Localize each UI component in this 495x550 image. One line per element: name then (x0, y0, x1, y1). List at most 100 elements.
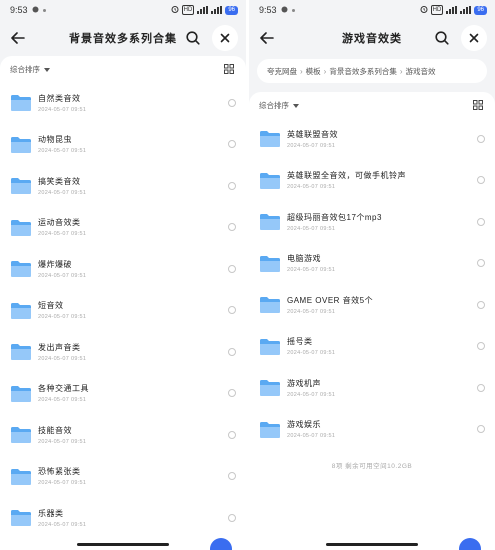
folder-meta: 电脑游戏 2024-05-07 09:51 (287, 253, 477, 273)
select-radio-icon[interactable] (477, 342, 485, 351)
folder-row[interactable]: 技能音效 2024-05-07 09:51 (0, 414, 246, 456)
select-radio-icon[interactable] (477, 176, 485, 185)
folder-row[interactable]: 游戏机声 2024-05-07 09:51 (249, 367, 495, 409)
folder-meta: 英雄联盟全音效，可做手机铃声 2024-05-07 09:51 (287, 170, 477, 190)
folder-row[interactable]: 短音效 2024-05-07 09:51 (0, 290, 246, 332)
grid-view-button[interactable] (471, 98, 485, 112)
select-radio-icon[interactable] (228, 306, 236, 315)
folder-icon (260, 214, 280, 231)
folder-icon (260, 421, 280, 438)
folder-icon (260, 338, 280, 355)
signal-icon-2 (211, 6, 223, 14)
back-button[interactable] (3, 23, 33, 53)
breadcrumb-item-template[interactable]: 模板 (306, 66, 321, 77)
close-button[interactable] (212, 25, 238, 51)
chevron-right-icon: › (300, 66, 303, 76)
folder-meta: 搞笑类音效 2024-05-07 09:51 (38, 176, 228, 196)
home-indicator[interactable] (326, 543, 418, 546)
sort-dropdown[interactable]: 综合排序 (10, 64, 50, 75)
select-radio-icon[interactable] (228, 513, 236, 522)
close-icon (469, 33, 479, 43)
select-radio-icon[interactable] (477, 134, 485, 143)
close-icon (220, 33, 230, 43)
folder-date: 2024-05-07 09:51 (287, 350, 336, 357)
sort-label: 综合排序 (259, 100, 289, 110)
storage-footer: 8项 剩余可用空间10.2GB (331, 463, 413, 470)
folder-name: 英雄联盟音效 (287, 129, 338, 139)
folder-meta: 超级玛丽音效包17个mp3 2024-05-07 09:51 (287, 212, 477, 232)
select-radio-icon[interactable] (228, 472, 236, 481)
sort-bar: 综合排序 (249, 92, 495, 118)
folder-row[interactable]: 游戏娱乐 2024-05-07 09:51 (249, 409, 495, 451)
folder-name: 动物昆虫 (38, 135, 72, 145)
folder-name: 发出声音类 (38, 342, 81, 352)
search-button[interactable] (429, 25, 455, 51)
folder-icon (11, 468, 31, 485)
folder-name: 游戏机声 (287, 378, 321, 388)
upload-fab[interactable] (459, 538, 481, 550)
select-radio-icon[interactable] (477, 383, 485, 392)
search-button[interactable] (180, 25, 206, 51)
folder-row[interactable]: 超级玛丽音效包17个mp3 2024-05-07 09:51 (249, 201, 495, 243)
select-radio-icon[interactable] (228, 223, 236, 232)
select-radio-icon[interactable] (477, 300, 485, 309)
select-radio-icon[interactable] (228, 264, 236, 273)
select-radio-icon[interactable] (228, 430, 236, 439)
battery-icon: 96 (225, 5, 238, 15)
close-button[interactable] (461, 25, 487, 51)
folder-row[interactable]: 动物昆虫 2024-05-07 09:51 (0, 124, 246, 166)
folder-meta: 游戏机声 2024-05-07 09:51 (287, 378, 477, 398)
folder-meta: 动物昆虫 2024-05-07 09:51 (38, 134, 228, 154)
folder-row[interactable]: 发出声音类 2024-05-07 09:51 (0, 331, 246, 373)
folder-icon (11, 178, 31, 195)
select-radio-icon[interactable] (477, 425, 485, 434)
folder-date: 2024-05-07 09:51 (38, 314, 87, 321)
sort-dropdown[interactable]: 综合排序 (259, 100, 299, 111)
folder-row[interactable]: 电脑游戏 2024-05-07 09:51 (249, 243, 495, 285)
folder-row[interactable]: 各种交通工具 2024-05-07 09:51 (0, 373, 246, 415)
back-button[interactable] (252, 23, 282, 53)
folder-name: 英雄联盟全音效，可做手机铃声 (287, 171, 406, 181)
chevron-right-icon: › (323, 66, 327, 76)
folder-row[interactable]: 摇号类 2024-05-07 09:51 (249, 326, 495, 368)
folder-row[interactable]: 运动音效类 2024-05-07 09:51 (0, 207, 246, 249)
folder-name: 恐怖紧张类 (38, 467, 81, 477)
chevron-right-icon: › (399, 66, 403, 76)
select-radio-icon[interactable] (477, 259, 485, 268)
folder-name: 运动音效类 (38, 218, 81, 228)
folder-row[interactable]: 搞笑类音效 2024-05-07 09:51 (0, 165, 246, 207)
folder-icon (11, 261, 31, 278)
folder-date: 2024-05-07 09:51 (287, 142, 336, 149)
grid-view-button[interactable] (222, 62, 236, 76)
folder-row[interactable]: 英雄联盟音效 2024-05-07 09:51 (249, 118, 495, 160)
back-arrow-icon (260, 32, 274, 44)
status-time: 9:53 (259, 5, 277, 15)
folder-icon (11, 95, 31, 112)
home-indicator[interactable] (77, 543, 169, 546)
folder-row[interactable]: GAME OVER 音效5个 2024-05-07 09:51 (249, 284, 495, 326)
select-radio-icon[interactable] (228, 389, 236, 398)
select-radio-icon[interactable] (228, 181, 236, 190)
file-list-panel: 综合排序 自然类音效 2024-05-07 09:51 动物昆虫 2024-05-07… (0, 56, 246, 550)
breadcrumb-item-collection[interactable]: 背景音效多系列合集 (329, 66, 397, 77)
folder-row[interactable]: 恐怖紧张类 2024-05-07 09:51 (0, 456, 246, 498)
select-radio-icon[interactable] (228, 347, 236, 356)
folder-meta: 运动音效类 2024-05-07 09:51 (38, 217, 228, 237)
app-header: 背景音效多系列合集 (0, 20, 246, 56)
folder-date: 2024-05-07 09:51 (287, 184, 336, 191)
grid-view-icon (473, 100, 483, 110)
breadcrumb-item-root[interactable]: 夸克网盘 (267, 66, 297, 77)
select-radio-icon[interactable] (228, 98, 236, 107)
upload-fab[interactable] (210, 538, 232, 550)
folder-date: 2024-05-07 09:51 (287, 391, 336, 398)
folder-row[interactable]: 乐器类 2024-05-07 09:51 (0, 497, 246, 539)
folder-row[interactable]: 自然类音效 2024-05-07 09:51 (0, 82, 246, 124)
folder-row[interactable]: 英雄联盟全音效，可做手机铃声 2024-05-07 09:51 (249, 160, 495, 202)
app-header: 游戏音效类 (249, 20, 495, 56)
folder-date: 2024-05-07 09:51 (287, 308, 336, 315)
folder-date: 2024-05-07 09:51 (38, 189, 87, 196)
select-radio-icon[interactable] (477, 217, 485, 226)
folder-row[interactable]: 爆炸爆破 2024-05-07 09:51 (0, 248, 246, 290)
select-radio-icon[interactable] (228, 140, 236, 149)
folder-meta: 发出声音类 2024-05-07 09:51 (38, 342, 228, 362)
